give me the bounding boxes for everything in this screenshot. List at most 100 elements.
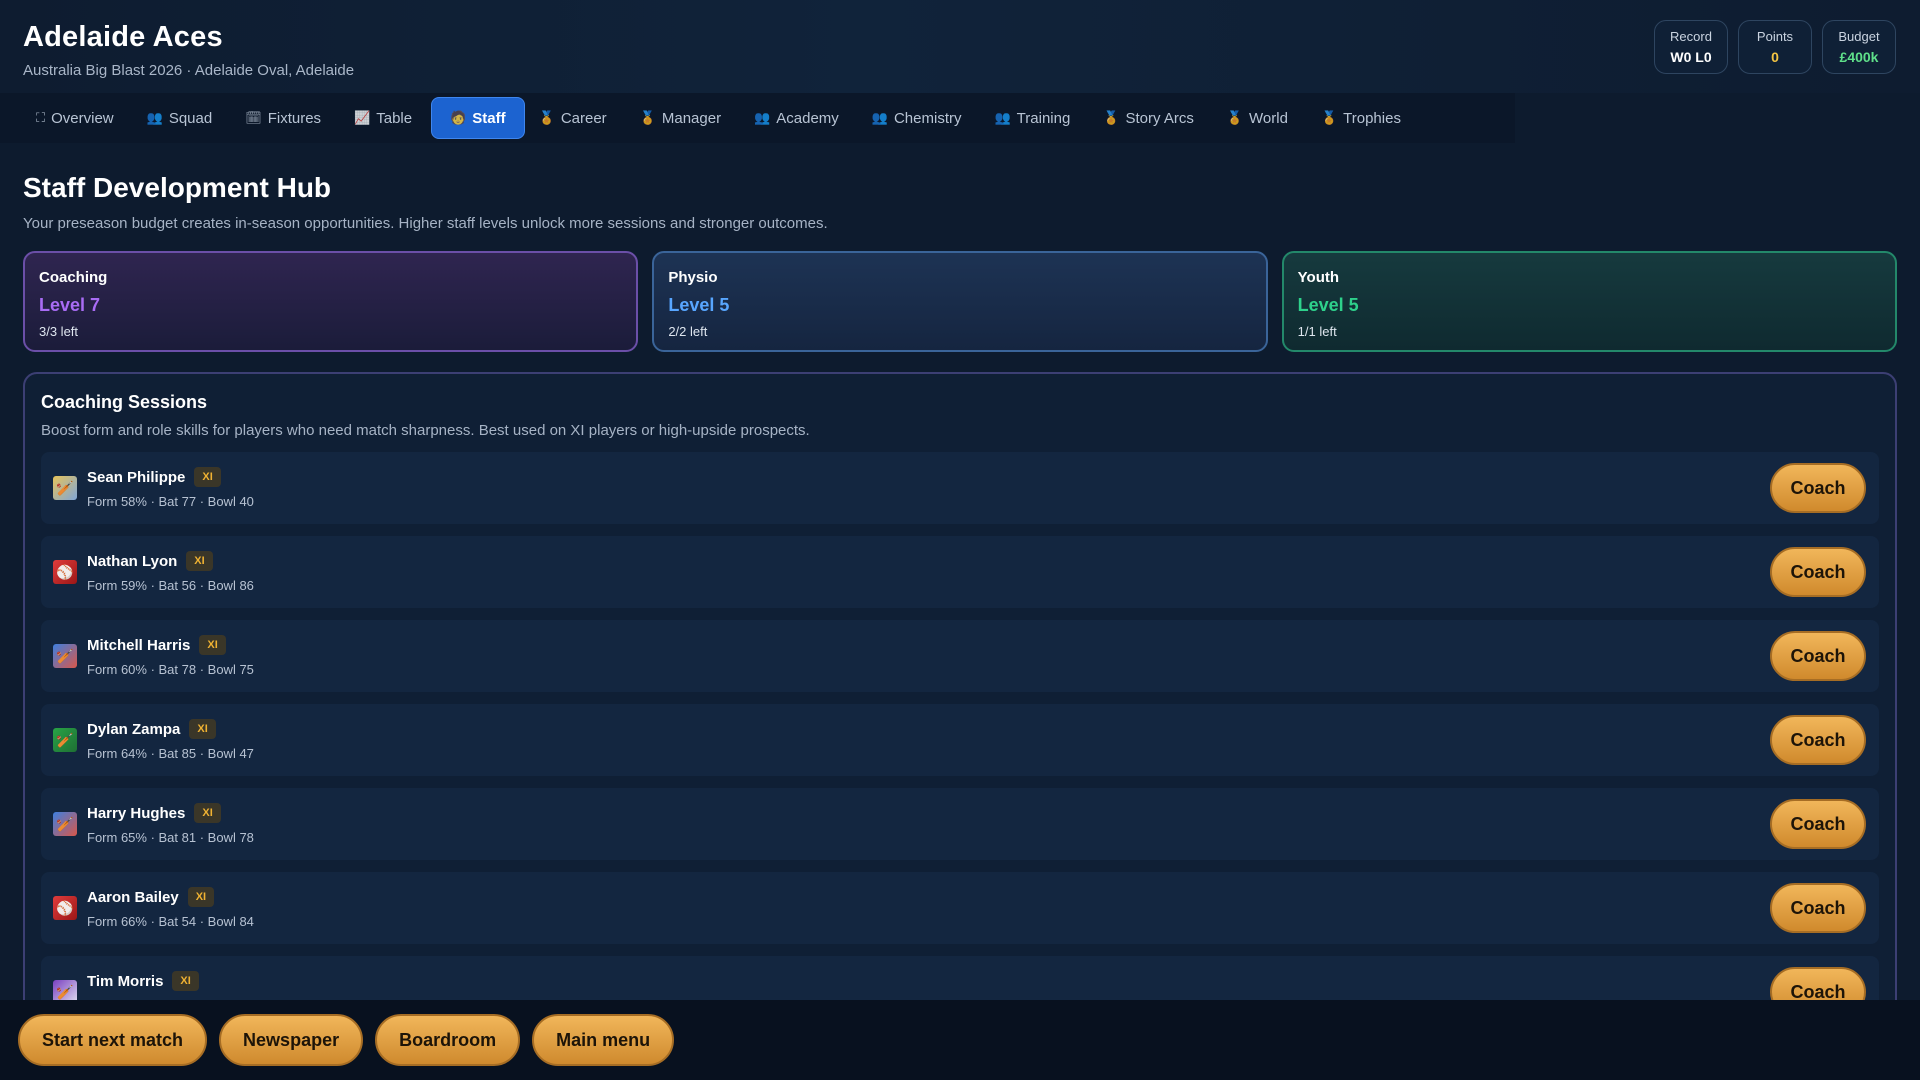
stat-value: W0 L0 — [1670, 49, 1712, 65]
coach-button[interactable]: Coach — [1770, 883, 1866, 933]
player-info: Harry Hughes XI Form 65% · Bat 81 · Bowl 7… — [87, 803, 1770, 845]
player-row: 🏏 Mitchell Harris XI Form 60% · Bat 78 · Bo… — [41, 620, 1879, 692]
tab-chemistry[interactable]: 👥 Chemistry — [858, 97, 981, 139]
tab-overview[interactable]: ⛶ Overview — [22, 97, 133, 139]
tab-career[interactable]: 🏅 Career — [525, 97, 626, 139]
player-stats: Form 66% · Bat 54 · Bowl 84 — [87, 914, 254, 929]
stat-value: 0 — [1771, 49, 1779, 65]
panel-description: Boost form and role skills for players w… — [41, 422, 810, 439]
player-info: Tim MorrisXIForm 70% · Bat 94 · Bowl 48 — [87, 971, 1770, 1000]
tab-label: Training — [1016, 109, 1071, 127]
tab-trophies[interactable]: 🏅 Trophies — [1307, 97, 1420, 139]
coach-button[interactable]: Coach — [1770, 715, 1866, 765]
player-name: Harry Hughes — [87, 804, 186, 822]
medal-icon: 🏅 — [639, 110, 656, 125]
stat-label: Record — [1670, 29, 1712, 44]
player-name: Tim Morris — [87, 972, 164, 990]
player-name: Dylan Zampa — [87, 720, 181, 738]
page-title: Staff Development Hub — [23, 172, 332, 203]
tab-story-arcs[interactable]: 🏅 Story Arcs — [1089, 97, 1213, 139]
calendar-icon: 🗓 — [245, 110, 262, 125]
player-row: 🏏 Tim MorrisXIForm 70% · Bat 94 · Bowl 48… — [41, 956, 1879, 1000]
spinner-icon: 🏏 — [53, 980, 77, 1000]
allrounder-icon: 🏏 — [53, 812, 77, 836]
xi-badge: XI — [194, 467, 221, 487]
tab-label: Academy — [776, 109, 839, 127]
app-window: Adelaide Aces Australia Big Blast 2026 ·… — [0, 0, 1920, 1080]
keeper-icon: 🏏 — [53, 728, 77, 752]
training-icon: 👥 — [994, 110, 1011, 125]
player-stats: Form 64% · Bat 85 · Bowl 47 — [87, 746, 254, 761]
tab-label: Career — [560, 109, 607, 127]
tab-table[interactable]: 📈 Table — [340, 97, 431, 139]
xi-badge: XI — [187, 887, 215, 907]
boardroom-button[interactable]: Boardroom — [375, 1014, 521, 1066]
coach-button[interactable]: Coach — [1770, 967, 1866, 1000]
coach-button[interactable]: Coach — [1770, 547, 1866, 597]
main-menu-button[interactable]: Main menu — [532, 1014, 675, 1066]
medal-icon: 🏅 — [538, 110, 555, 125]
tab-world[interactable]: 🏅 World — [1213, 97, 1307, 139]
player-info: Nathan Lyon XI Form 59% · Bat 56 · Bowl 86 — [87, 551, 1770, 593]
player-info: Mitchell Harris XI Form 60% · Bat 78 · Bow… — [87, 635, 1770, 677]
player-name-line: Mitchell Harris XI — [87, 635, 1770, 655]
coach-button[interactable]: Coach — [1770, 799, 1866, 849]
tab-manager[interactable]: 🏅 Manager — [626, 97, 740, 139]
academy-icon: 👥 — [754, 110, 771, 125]
bowler-icon: ⚾ — [53, 896, 77, 920]
stat-label: Points — [1756, 29, 1794, 44]
card-level: Level 5 — [668, 295, 730, 315]
stats-group: Record W0 L0 Points 0 Budget £400k — [1654, 20, 1896, 74]
tab-label: Fixtures — [267, 109, 322, 127]
chart-icon: 📈 — [354, 110, 371, 125]
player-row: ⚾ Nathan Lyon XI Form 59% · Bat 56 · Bowl 8… — [41, 536, 1879, 608]
coach-button[interactable]: Coach — [1770, 463, 1866, 513]
batsman-icon: 🏏 — [53, 476, 77, 500]
player-row: 🏏 Harry Hughes XI Form 65% · Bat 81 · Bowl … — [41, 788, 1879, 860]
staff-card-physio[interactable]: Physio Level 5 2/2 left — [652, 251, 1268, 352]
card-level: Level 5 — [1297, 295, 1359, 315]
tab-fixtures[interactable]: 🗓 Fixtures — [231, 97, 340, 139]
tab-label: Overview — [51, 109, 114, 127]
staff-icon: 🧑 — [450, 110, 467, 125]
player-name: Mitchell Harris — [87, 636, 191, 654]
player-stats: Form 58% · Bat 77 · Bowl 40 — [87, 494, 254, 509]
team-info: Adelaide Aces Australia Big Blast 2026 ·… — [23, 20, 354, 79]
player-name-line: Harry Hughes XI — [87, 803, 1770, 823]
stat-points: Points 0 — [1738, 20, 1812, 74]
newspaper-button[interactable]: Newspaper — [219, 1014, 364, 1066]
stat-label: Budget — [1838, 29, 1880, 44]
footer-bar: Start next match Newspaper Boardroom Mai… — [0, 1000, 1920, 1080]
tab-staff[interactable]: 🧑 Staff — [431, 97, 525, 139]
squad-icon: 👥 — [146, 110, 163, 125]
chemistry-icon: 👥 — [871, 110, 888, 125]
team-name: Adelaide Aces — [23, 21, 223, 53]
card-sessions-left: 1/1 left — [1297, 324, 1337, 339]
xi-badge: XI — [189, 719, 216, 739]
tab-label: Staff — [472, 109, 506, 127]
player-name: Nathan Lyon — [87, 552, 178, 570]
coach-button[interactable]: Coach — [1770, 631, 1866, 681]
card-name: Youth — [1297, 269, 1340, 286]
medal-icon: 🏅 — [1103, 110, 1120, 125]
stat-value: £400k — [1839, 49, 1879, 65]
start-next-match-button[interactable]: Start next match — [18, 1014, 208, 1066]
tab-academy[interactable]: 👥 Academy — [740, 97, 858, 139]
header: Adelaide Aces Australia Big Blast 2026 ·… — [0, 0, 1920, 93]
staff-cards: Coaching Level 7 3/3 left Physio Level 5… — [23, 251, 1897, 352]
player-stats: Form 60% · Bat 78 · Bowl 75 — [87, 662, 254, 677]
card-sessions-left: 3/3 left — [39, 324, 79, 339]
tab-label: Trophies — [1343, 109, 1401, 127]
staff-card-youth[interactable]: Youth Level 5 1/1 left — [1281, 251, 1897, 352]
player-stats: Form 65% · Bat 81 · Bowl 78 — [87, 830, 254, 845]
staff-card-coaching[interactable]: Coaching Level 7 3/3 left — [23, 251, 639, 352]
xi-badge: XI — [186, 551, 213, 571]
tab-squad[interactable]: 👥 Squad — [133, 97, 232, 139]
player-list: 🏏 Sean Philippe XI Form 58% · Bat 77 · Bowl… — [41, 452, 1879, 1000]
medal-icon: 🏅 — [1226, 110, 1244, 125]
tab-label: Story Arcs — [1125, 109, 1194, 127]
main-content: Staff Development Hub Your preseason bud… — [0, 143, 1920, 1000]
tab-training[interactable]: 👥 Training — [980, 97, 1089, 139]
tab-label: World — [1249, 109, 1288, 127]
tab-label: Manager — [661, 109, 722, 127]
